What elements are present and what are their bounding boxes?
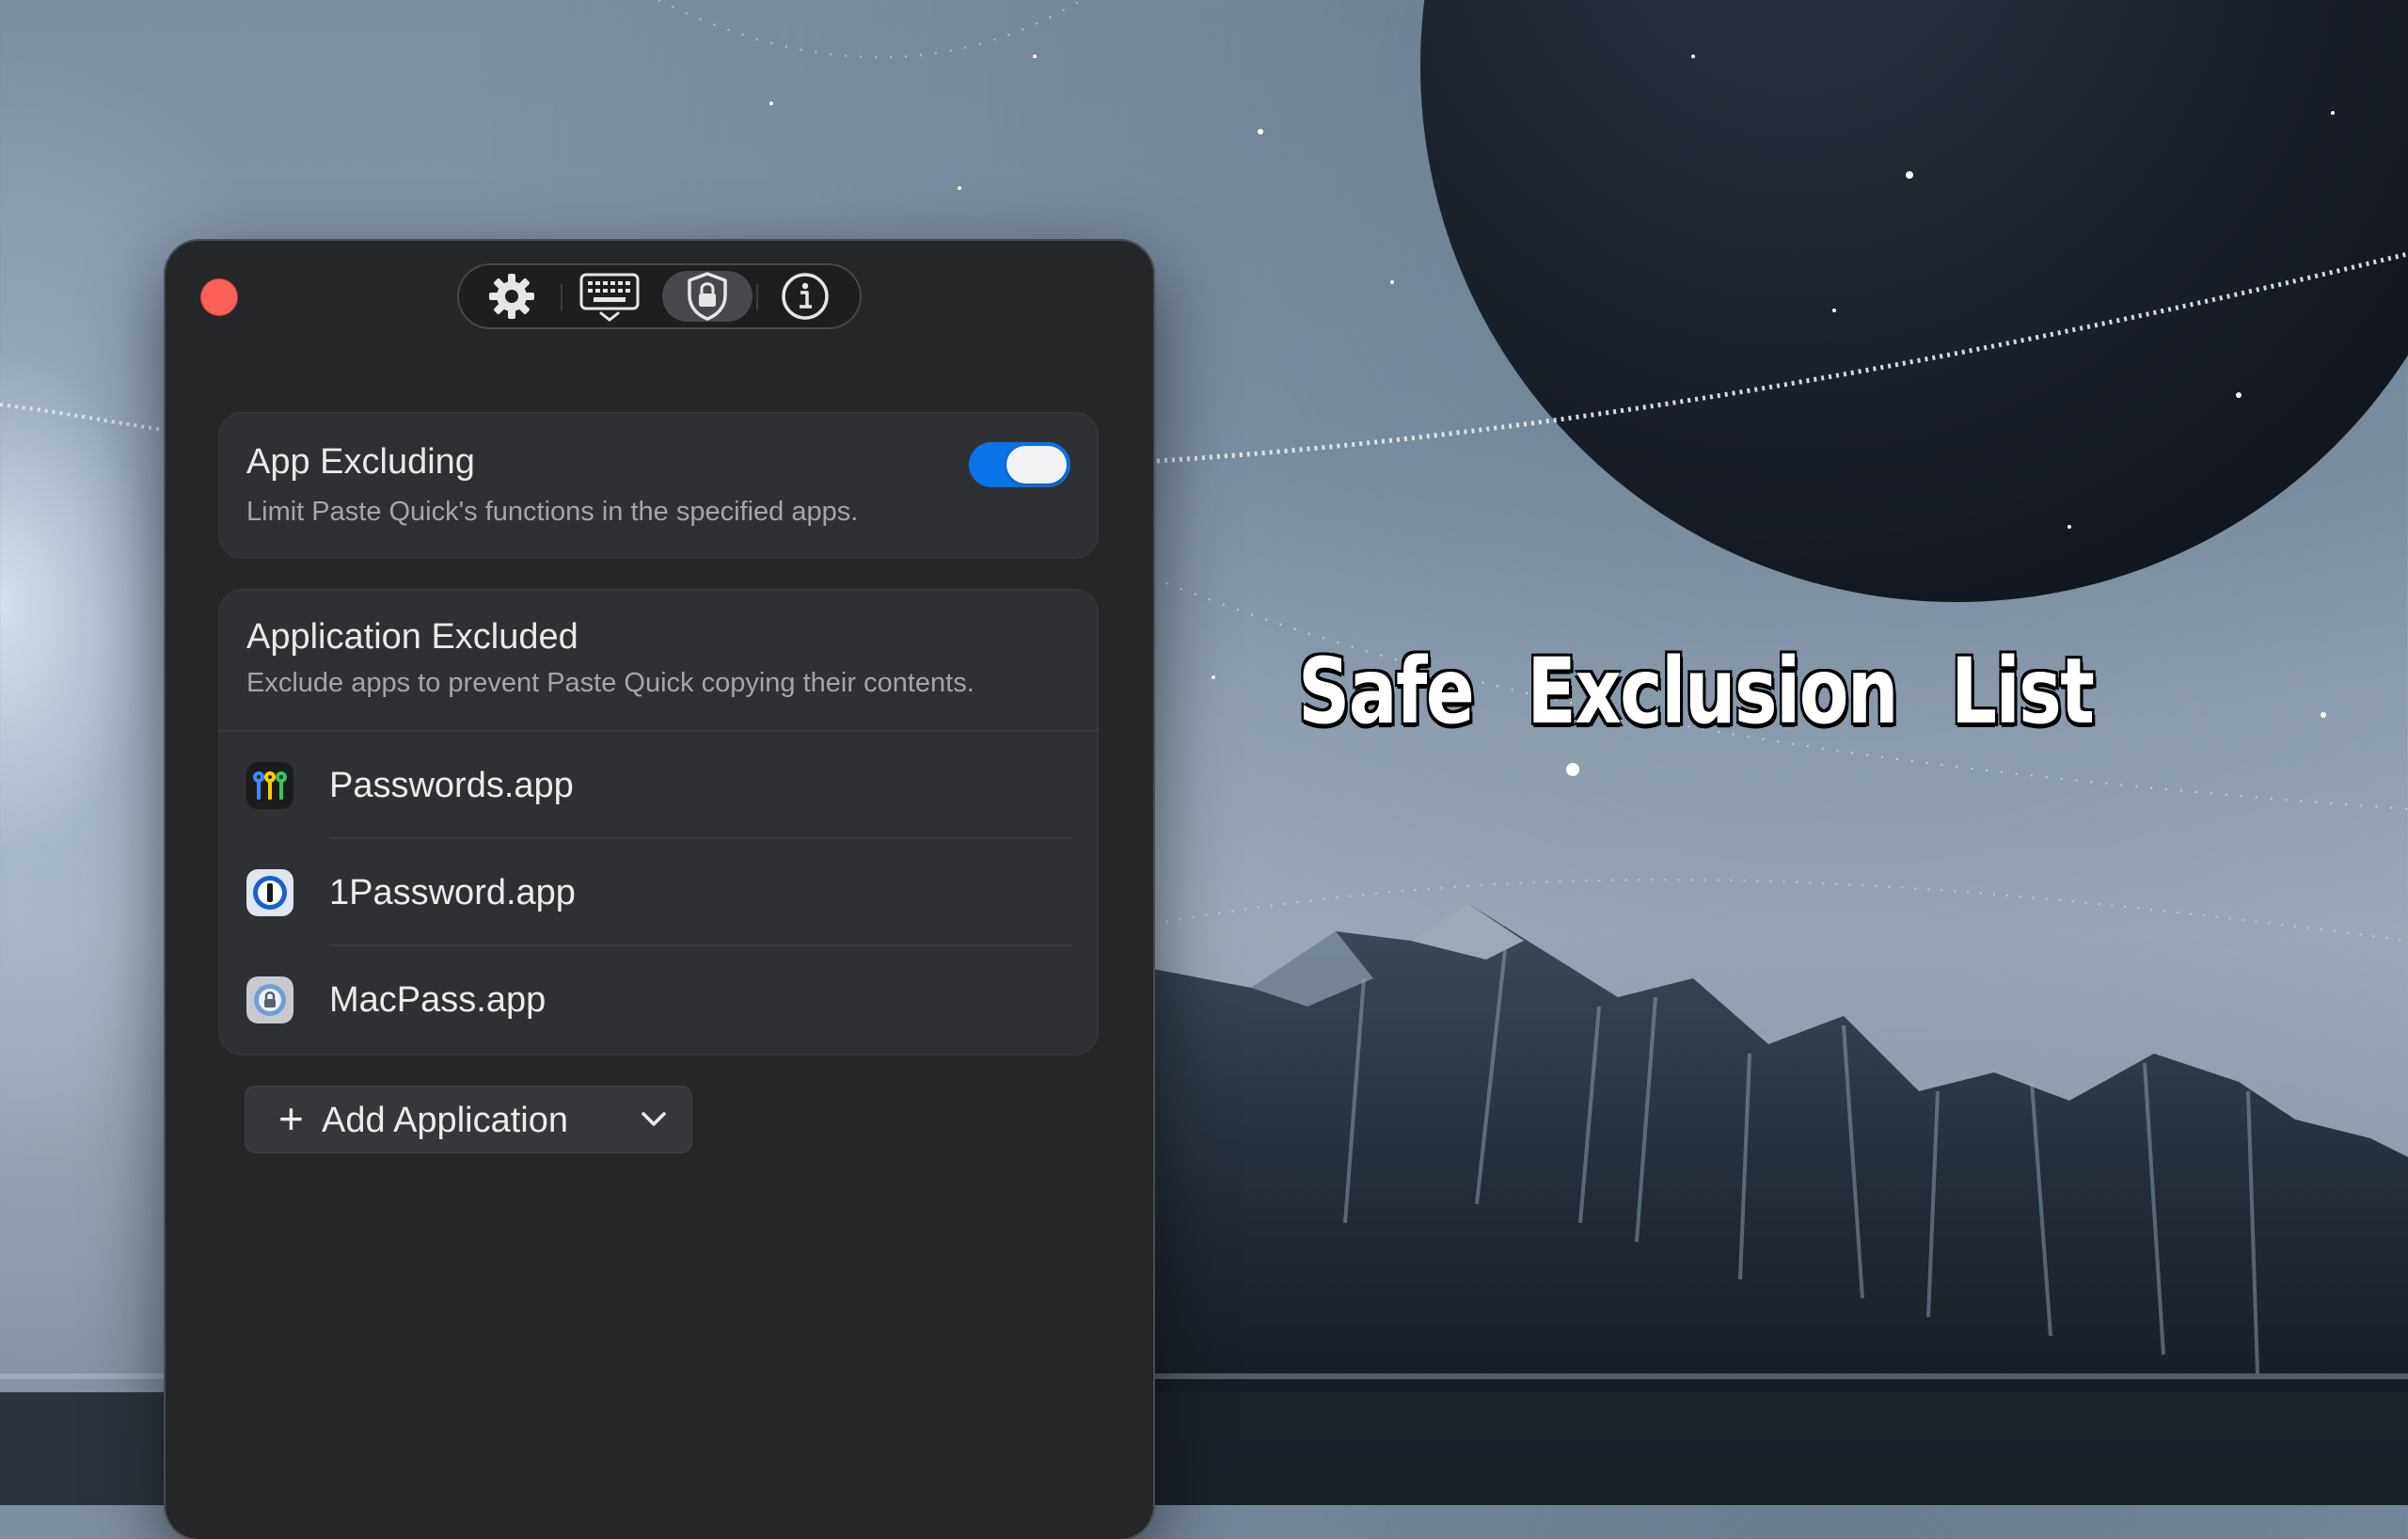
- info-icon: [782, 273, 829, 320]
- application-excluded-card: Application Excluded Exclude apps to pre…: [218, 589, 1099, 1055]
- tab-privacy[interactable]: [662, 271, 752, 322]
- keyboard-icon: [579, 273, 640, 322]
- promo-headline: Safe Exclusion List: [1298, 639, 2095, 744]
- settings-toolbar: [457, 263, 862, 329]
- app-name: MacPass.app: [329, 980, 547, 1020]
- tab-shortcuts[interactable]: [564, 271, 655, 322]
- app-excluding-toggle[interactable]: [969, 442, 1070, 487]
- plus-icon: +: [278, 1094, 304, 1143]
- tab-general[interactable]: [467, 271, 557, 322]
- app-list-item[interactable]: MacPass.app: [218, 946, 1099, 1054]
- app-name: Passwords.app: [329, 766, 574, 805]
- add-application-label: Add Application: [322, 1101, 568, 1140]
- chevron-down-icon[interactable]: [640, 1108, 668, 1131]
- close-window-button[interactable]: [200, 278, 238, 316]
- app-excluding-title: App Excluding: [246, 442, 475, 482]
- app-excluding-description: Limit Paste Quick's functions in the spe…: [246, 497, 859, 527]
- app-name: 1Password.app: [329, 873, 576, 912]
- app-excluding-card: App Excluding Limit Paste Quick's functi…: [218, 412, 1099, 559]
- passwords-app-icon: [246, 762, 293, 809]
- shield-lock-icon: [688, 272, 727, 321]
- app-list-item[interactable]: 1Password.app: [218, 839, 1099, 946]
- settings-window: App Excluding Limit Paste Quick's functi…: [166, 241, 1153, 1539]
- add-application-button[interactable]: + Add Application: [245, 1086, 692, 1153]
- application-excluded-title: Application Excluded: [246, 617, 578, 657]
- macpass-app-icon: [246, 976, 293, 1023]
- app-list-item[interactable]: Passwords.app: [218, 732, 1099, 839]
- gear-icon: [489, 274, 534, 319]
- application-excluded-description: Exclude apps to prevent Paste Quick copy…: [246, 668, 974, 698]
- toggle-knob: [1006, 446, 1067, 484]
- tab-about[interactable]: [760, 271, 850, 322]
- 1password-app-icon: [246, 869, 293, 916]
